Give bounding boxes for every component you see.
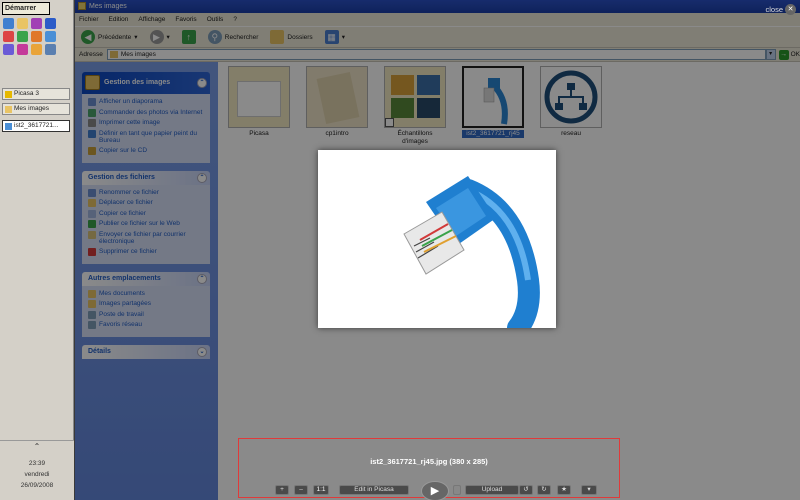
rotate-left-icon[interactable]: ↺ [519,485,533,495]
rj45-cable-image [403,176,540,339]
zoom-in-button[interactable]: + [275,485,289,495]
image-caption: ist2_3617721_rj45.jpg (380 x 285) [370,457,488,466]
thumbnail-strip-icon[interactable] [453,485,461,495]
folder-icon [5,105,12,113]
edit-in-picasa-button[interactable]: Edit in Picasa [339,485,409,495]
firefox-icon[interactable] [31,31,42,42]
picasa-icon [5,90,12,98]
system-tray: ⌃ 23:39 vendredi 26/09/2008 [0,440,74,500]
close-button[interactable]: close ✕ [765,4,796,15]
app-icon[interactable] [31,44,42,55]
media-icon[interactable] [31,18,42,29]
task-mes-images[interactable]: Mes images [2,103,70,115]
taskbar: Démarrer Picasa 3 Mes images ist2_361772… [0,0,74,500]
image-preview [318,150,556,339]
task-picasa[interactable]: Picasa 3 [2,88,70,100]
app-icon[interactable] [3,44,14,55]
actual-size-button[interactable]: 1:1 [313,485,329,495]
zoom-out-button[interactable]: – [294,485,308,495]
star-icon[interactable]: ★ [557,485,571,495]
chrome-icon[interactable] [3,31,14,42]
clock-time: 23:39 [28,460,46,467]
viewer-controls: + – 1:1 Edit in Picasa ▶ Upload ↺ ↻ ★ ▾ [239,481,619,500]
image-icon [5,122,12,130]
chevron-down-icon[interactable]: ▾ [581,485,597,495]
desktop-icon[interactable] [45,44,56,55]
start-button[interactable]: Démarrer [2,2,50,15]
viewer-bottom-bar: ist2_3617721_rj45.jpg (380 x 285) + – 1:… [238,438,620,500]
chevron-up-icon[interactable]: ⌃ [0,442,74,452]
ie-icon[interactable] [3,18,14,29]
quick-launch [3,18,59,55]
upload-button[interactable]: Upload [465,485,519,495]
close-icon: ✕ [785,4,796,15]
word-icon[interactable] [45,18,56,29]
clock-day: vendredi [24,471,50,478]
messenger-icon[interactable] [17,31,28,42]
app-icon[interactable] [17,44,28,55]
task-image-viewer[interactable]: ist2_3617721... [2,120,70,132]
play-slideshow-button[interactable]: ▶ [421,481,449,500]
clock-date: 26/09/2008 [20,482,54,489]
outlook-icon[interactable] [45,31,56,42]
rotate-right-icon[interactable]: ↻ [537,485,551,495]
folder-icon[interactable] [17,18,28,29]
